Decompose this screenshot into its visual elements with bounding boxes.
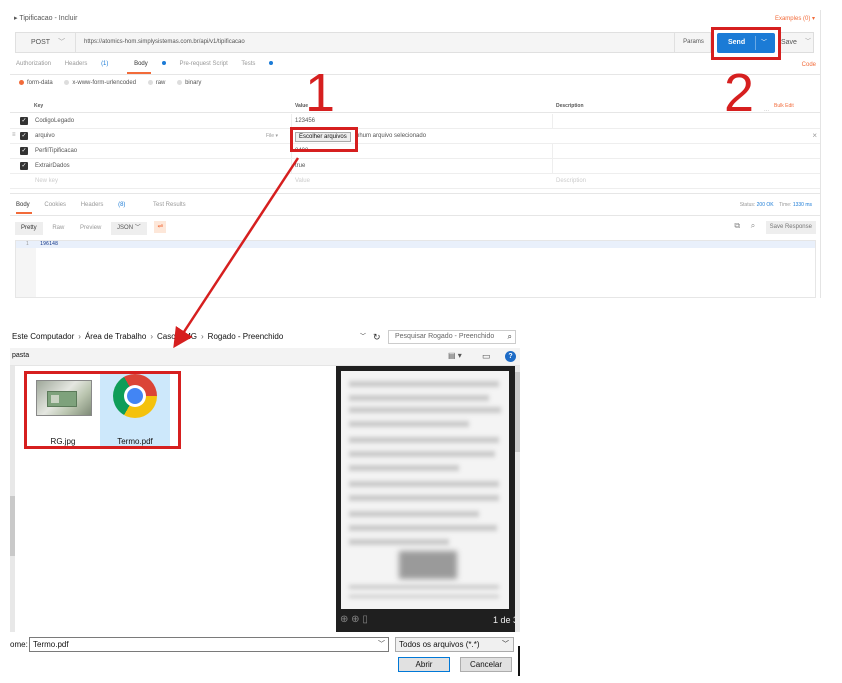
annotation-arrow [173,157,300,349]
